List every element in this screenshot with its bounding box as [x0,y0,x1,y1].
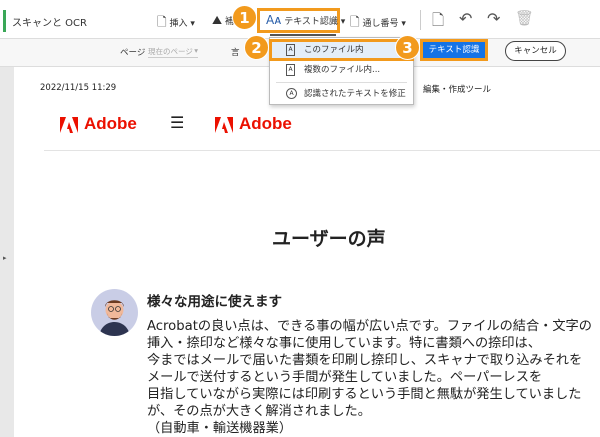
adobe-logo-icon [215,117,233,133]
active-indicator [3,10,6,32]
enhance-button[interactable]: ⛰ 補 [212,13,234,28]
trash-icon[interactable]: 🗑 [515,9,534,27]
page-label: ページ [120,48,146,58]
testimonial-heading: 様々な用途に使えます [147,294,282,310]
adobe-brand-text-2: Adobe [239,114,292,133]
body-line: Acrobatの良い点は、できる事の幅が広い点です。ファイルの結合・文字の [147,319,592,334]
language-label: 言 [231,48,240,58]
highlight-this-file [269,39,414,61]
testimonial-body: Acrobatの良い点は、できる事の幅が広い点です。ファイルの結合・文字の 挿入・… [147,318,592,437]
body-line: 目指していながら実際には印刷するという手間と無駄が発生していました [147,387,582,402]
step-badge-3: 3 [395,35,420,60]
magnifier-a-icon: A [286,88,297,99]
adobe-logo-icon [60,117,78,133]
tool-title: スキャンと OCR [12,18,87,29]
insert-button[interactable]: 🗋 挿入 ▾ [157,13,195,34]
expand-panel-icon[interactable]: ▸ [3,254,7,262]
text-aa-icon: Aᴀ [266,13,282,27]
menu-item-multiple-files[interactable]: A 複数のファイル内... [270,60,413,80]
body-line: メールで送付するという手間が発生していました。ペーパーレスを [147,370,543,385]
avatar [91,289,138,336]
divider [420,10,421,30]
enhance-icon: ⛰ [212,13,223,27]
adobe-logo [60,117,78,137]
body-line: 挿入・捺印など様々な事に使用しています。特に書類への捺印は、 [147,336,541,351]
cancel-button[interactable]: キャンセル [505,41,566,61]
doc-date: 2022/11/15 11:29 [40,83,117,93]
hamburger-menu-icon[interactable]: ☰ [170,113,184,132]
page-title: ユーザーの声 [272,228,386,250]
menu-divider [276,82,407,83]
menu-item-correct-text[interactable]: A 認識されたテキストを修正 [270,84,413,104]
step-badge-1: 1 [232,5,257,30]
rotate-right-icon[interactable]: ↷ [487,9,500,28]
step-badge-2: 2 [244,35,269,60]
active-underline [270,34,336,36]
bates-number-button[interactable]: 🗋 通し番号 ▾ [350,13,406,34]
page-select[interactable]: 現在のページ ▾ [148,46,198,58]
adobe-logo-2 [215,117,233,137]
adobe-brand-text: Adobe [84,114,137,133]
person-avatar-icon [99,300,130,336]
rotate-left-icon[interactable]: ↶ [459,9,472,28]
body-line: （自動車・輸送機器業） [147,421,293,436]
page-settings-icon[interactable]: 🗋 [432,10,444,35]
insert-page-icon: 🗋 [157,15,167,29]
body-line: が、その点が大きく解消されました。 [147,404,371,419]
body-line: 今まではメールで届いた書類を印刷し捺印し、スキャナで取り込みそれを [147,353,583,368]
files-a-icon: A [286,64,295,76]
header-divider [44,150,600,151]
doc-header-right: 編集・作成ツール [423,85,492,95]
recognize-text-button[interactable]: テキスト認識 [423,42,485,58]
recognize-text-dropdown[interactable]: Aᴀ テキスト認識 ▾ [266,13,345,27]
bates-icon: 🗋 [350,15,360,29]
